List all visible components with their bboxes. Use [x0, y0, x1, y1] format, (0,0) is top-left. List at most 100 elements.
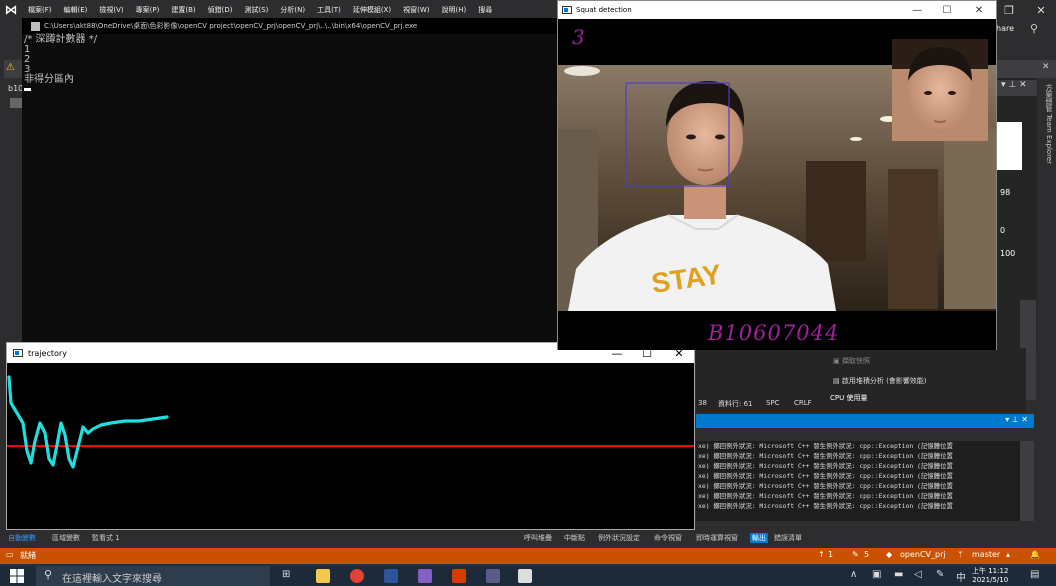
editor-file-icon	[10, 98, 22, 108]
wall-panel	[944, 129, 996, 309]
inset-right-eye	[948, 91, 956, 95]
student-id-label: B10607044	[708, 321, 840, 345]
menu-file[interactable]: 檔案(F)	[22, 5, 58, 15]
squat-minimize-icon[interactable]: —	[902, 1, 932, 19]
acrobat-icon[interactable]	[452, 569, 466, 583]
menu-debug[interactable]: 偵錯(D)	[202, 5, 239, 15]
live-share-icon[interactable]: ⚲	[1030, 22, 1038, 35]
tab-watch-1[interactable]: 監看式 1	[92, 533, 120, 543]
console-taskbar-icon[interactable]	[486, 569, 500, 583]
start-windows-icon[interactable]	[10, 569, 24, 583]
ceiling-light	[564, 66, 600, 76]
windows-taskbar: ⚲ 在這裡輸入文字來搜尋 ⊞ ∧ ▣ ▬ ◁ ✎ 中 上午 11:12 2021…	[0, 566, 1056, 586]
visual-studio-logo-icon[interactable]: ⋈	[0, 0, 22, 20]
file-explorer-icon[interactable]	[316, 569, 330, 583]
tab-locals[interactable]: 區域變數	[52, 533, 80, 543]
warning-icon: ⚠	[6, 62, 15, 73]
clock-date: 2021/5/10	[972, 576, 1009, 584]
menu-project[interactable]: 專案(P)	[130, 5, 166, 15]
word-icon[interactable]	[384, 569, 398, 583]
console-titlebar[interactable]: C:\Users\akt88\OneDrive\桌面\色彩影像\openCV p…	[22, 18, 557, 34]
menu-edit[interactable]: 編輯(E)	[58, 5, 94, 15]
right-eye	[715, 134, 725, 140]
panel-title-controls[interactable]: ▾ ⊥ ✕	[997, 80, 1037, 96]
chrome-icon[interactable]	[350, 569, 364, 583]
menu-analyze[interactable]: 分析(N)	[274, 5, 311, 15]
menu-view[interactable]: 檢視(V)	[93, 5, 129, 15]
menu-window[interactable]: 視窗(W)	[397, 5, 435, 15]
trajectory-title: trajectory	[28, 348, 67, 358]
notification-bell-icon[interactable]: 🔔	[1030, 550, 1040, 559]
speaker-icon[interactable]: ◁	[914, 569, 922, 580]
branch-icon[interactable]: ᛘ	[958, 550, 963, 559]
status-edits-count[interactable]: 5	[864, 550, 869, 559]
visual-studio-taskbar-icon[interactable]	[418, 569, 432, 583]
tab-autos[interactable]: 自動變數	[8, 533, 36, 543]
squat-titlebar[interactable]: Squat detection — ☐ ✕	[558, 1, 996, 19]
console-output: /* 深蹲計數器 */ 1 2 3 非得分區內	[24, 35, 97, 95]
output-line: xe) 擲回例外狀況: Microsoft C++ 發生例外狀況: cpp::E…	[698, 482, 953, 490]
status-up-count[interactable]: 1	[828, 550, 833, 559]
taskbar-clock[interactable]: 上午 11:12 2021/5/10	[972, 567, 1008, 585]
output-line: xe) 擲回例外狀況: Microsoft C++ 發生例外狀況: cpp::E…	[698, 452, 953, 460]
cpu-usage-label: CPU 使用量	[830, 394, 868, 402]
push-up-icon[interactable]: ↑	[818, 550, 825, 559]
ceiling-light	[850, 137, 862, 141]
tab-command-window[interactable]: 命令視窗	[654, 533, 682, 543]
tray-overflow-icon[interactable]: ∧	[850, 569, 857, 580]
output-scrollbar[interactable]	[1020, 441, 1034, 521]
status-icon: ▭	[6, 550, 14, 559]
camera-frame: STAY	[558, 19, 996, 350]
output-line: xe) 擲回例外狀況: Microsoft C++ 發生例外狀況: cpp::E…	[698, 462, 953, 470]
menu-tools[interactable]: 工具(T)	[311, 5, 347, 15]
vertical-tool-tabs[interactable]: 方案總管 Team Explorer	[1038, 80, 1054, 280]
heap-profiling-button[interactable]: ▤ 啟用堆積分析 (會影響效能)	[833, 376, 927, 386]
tab-call-stack[interactable]: 呼叫堆疊	[524, 533, 552, 543]
task-view-icon[interactable]: ⊞	[282, 569, 290, 580]
squat-maximize-icon[interactable]: ☐	[932, 1, 962, 19]
tab-immediate-window[interactable]: 即時運算視窗	[696, 533, 738, 543]
editor-tab-prefix[interactable]: b10	[8, 84, 23, 93]
status-branch[interactable]: master	[972, 550, 1000, 559]
vs-status-bar: ▭ 就緒 ↑ 1 ✎ 5 ◆ openCV_prj ᛘ master ▴ 🔔	[0, 548, 1056, 564]
ime-indicator[interactable]: 中	[956, 569, 966, 584]
taskbar-search-box[interactable]: ⚲ 在這裡輸入文字來搜尋	[36, 566, 270, 586]
live-share-label[interactable]: hare	[996, 24, 1014, 33]
network-icon[interactable]: ▣	[872, 569, 881, 580]
status-project[interactable]: openCV_prj	[900, 550, 946, 559]
console-line: 2	[24, 54, 31, 65]
panel-content-area	[997, 122, 1022, 170]
tab-exception-settings[interactable]: 例外狀況設定	[598, 533, 640, 543]
vs-close-icon[interactable]: ✕	[1030, 0, 1052, 20]
menu-build[interactable]: 建置(B)	[165, 5, 201, 15]
menu-help[interactable]: 說明(H)	[435, 5, 472, 15]
inset-mouth	[933, 120, 947, 123]
menu-search[interactable]: 搜尋	[472, 5, 498, 15]
console-line: 1	[24, 44, 31, 55]
tab-breakpoints[interactable]: 中斷點	[564, 533, 585, 543]
menu-extensions[interactable]: 延伸模組(X)	[347, 5, 397, 15]
output-toolbar[interactable]	[696, 428, 1034, 441]
menu-test[interactable]: 測試(S)	[238, 5, 274, 15]
tab-error-list[interactable]: 錯誤清單	[774, 533, 802, 543]
status-crlf: CRLF	[794, 399, 812, 407]
tab-output[interactable]: 輸出	[750, 533, 768, 543]
pencil-icon[interactable]: ✎	[852, 550, 859, 559]
pen-icon[interactable]: ✎	[936, 569, 944, 580]
battery-icon[interactable]: ▬	[894, 569, 903, 580]
take-snapshot-button[interactable]: ▣ 擷取快照	[833, 356, 870, 366]
repo-icon[interactable]: ◆	[886, 550, 892, 559]
clock-time: 上午 11:12	[972, 567, 1009, 575]
output-panel-controls[interactable]: ▾ ⊥ ✕	[1005, 415, 1028, 424]
squat-counter: 3	[572, 25, 585, 49]
vs-restore-icon[interactable]: ❐	[998, 0, 1020, 20]
notification-center-icon[interactable]: ▤	[1030, 569, 1039, 580]
opencv-window-taskbar-icon[interactable]	[518, 569, 532, 583]
branch-caret-icon[interactable]: ▴	[1006, 550, 1010, 559]
output-line: xe) 擲回例外狀況: Microsoft C++ 發生例外狀況: cpp::E…	[698, 492, 953, 500]
squat-close-icon[interactable]: ✕	[964, 1, 994, 19]
info-bar-close-icon[interactable]: ✕	[1042, 62, 1050, 72]
graph-value-0: 0	[1000, 226, 1006, 235]
console-line: 非得分區內	[24, 74, 74, 85]
heap-profiling-label: 啟用堆積分析 (會影響效能)	[841, 377, 927, 385]
